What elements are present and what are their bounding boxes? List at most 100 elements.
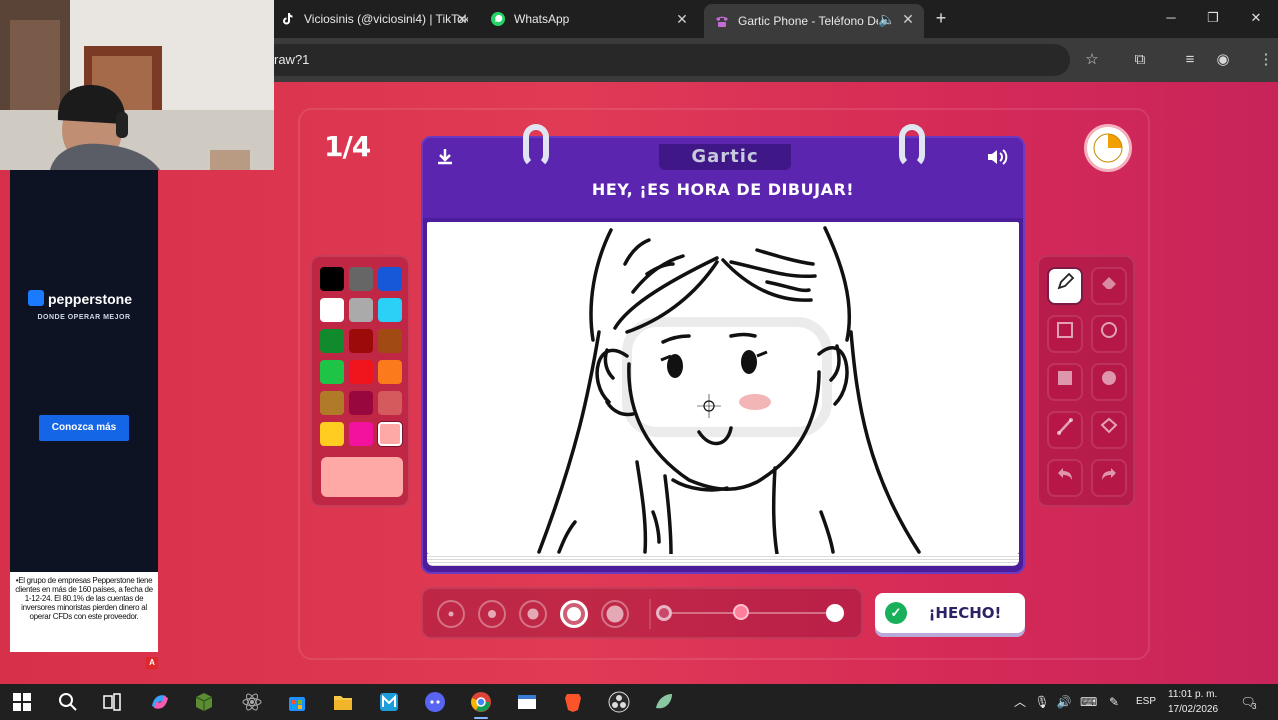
- download-icon[interactable]: [431, 146, 459, 172]
- new-tab-button[interactable]: +: [932, 9, 950, 27]
- extensions-icon[interactable]: ⧉: [1130, 50, 1150, 70]
- task-view-icon[interactable]: [100, 690, 124, 714]
- color-swatch-blue[interactable]: [378, 267, 402, 291]
- ad-cta-button[interactable]: Conozca más: [39, 415, 129, 441]
- circle-outline-icon[interactable]: [1091, 315, 1127, 353]
- board-header: Gartic HEY, ¡ES HORA DE DIBUJAR!: [423, 124, 1023, 218]
- rectangle-outline-icon[interactable]: [1047, 315, 1083, 353]
- screen: Viciosinis (@viciosini4) | TikTok ✕ What…: [0, 0, 1278, 720]
- opacity-low-icon: [656, 605, 672, 621]
- menu-icon[interactable]: ⋮: [1256, 50, 1276, 70]
- color-swatch-yellow[interactable]: [320, 422, 344, 446]
- color-swatch-white[interactable]: [320, 298, 344, 322]
- color-swatch-black[interactable]: [320, 267, 344, 291]
- rectangle-filled-icon[interactable]: [1047, 363, 1083, 401]
- current-color-preview: [321, 457, 403, 497]
- tab-whatsapp[interactable]: WhatsApp ✕: [480, 4, 698, 34]
- timer: [1084, 124, 1132, 172]
- chrome-icon[interactable]: [469, 690, 493, 714]
- volume-icon[interactable]: [983, 146, 1011, 172]
- done-button[interactable]: ✓ ¡HECHO!: [875, 593, 1025, 633]
- done-label: ¡HECHO!: [928, 604, 1002, 622]
- speaker-icon[interactable]: 🔊: [1056, 694, 1072, 710]
- copilot-icon[interactable]: [148, 690, 172, 714]
- pepperstone-logo: pepperstone: [28, 290, 132, 307]
- webcam-overlay: [0, 0, 274, 170]
- circle-filled-icon[interactable]: [1091, 363, 1127, 401]
- close-window-button[interactable]: ✕: [1245, 8, 1267, 28]
- brush-size-4[interactable]: [560, 600, 588, 628]
- brush-size-2[interactable]: [478, 600, 506, 628]
- window-app-icon[interactable]: [515, 690, 539, 714]
- divider: [649, 599, 651, 629]
- tab-tiktok[interactable]: Viciosinis (@viciosini4) | TikTok ✕: [270, 4, 478, 34]
- color-palette: [310, 255, 410, 507]
- close-icon[interactable]: ✕: [900, 11, 916, 27]
- pencil-icon[interactable]: [1047, 267, 1083, 305]
- drawing-board: Gartic HEY, ¡ES HORA DE DIBUJAR!: [421, 124, 1025, 574]
- brush-size-1[interactable]: [437, 600, 465, 628]
- windows-start-icon[interactable]: [10, 690, 34, 714]
- media-icon[interactable]: ≡: [1180, 50, 1200, 70]
- store-icon[interactable]: [285, 690, 309, 714]
- tab-title: Viciosinis (@viciosini4) | TikTok: [304, 12, 468, 26]
- discord-icon[interactable]: [423, 690, 447, 714]
- drawing-canvas[interactable]: [427, 222, 1019, 554]
- whatsapp-icon: [491, 12, 505, 26]
- obs-icon[interactable]: [607, 690, 631, 714]
- color-swatch-red[interactable]: [349, 360, 373, 384]
- app-leaf-icon[interactable]: [652, 690, 676, 714]
- speaker-muted-icon[interactable]: 🔈: [878, 11, 895, 27]
- color-swatch-brown[interactable]: [378, 329, 402, 353]
- tab-title: Gartic Phone - Teléfono De: [738, 14, 878, 28]
- minecraft-icon[interactable]: [192, 690, 216, 714]
- fill-bucket-icon[interactable]: [1091, 411, 1127, 449]
- color-swatch-tan[interactable]: [320, 391, 344, 415]
- webcam-feed: [0, 0, 274, 170]
- close-icon[interactable]: ✕: [674, 11, 690, 27]
- profile-icon[interactable]: ◉: [1213, 50, 1233, 70]
- color-swatch-light-gray[interactable]: [349, 298, 373, 322]
- round-counter: 1/4: [324, 130, 371, 163]
- eraser-icon[interactable]: [1091, 267, 1127, 305]
- tool-panel: [1037, 255, 1135, 507]
- file-explorer-icon[interactable]: [331, 690, 355, 714]
- brave-icon[interactable]: [561, 690, 585, 714]
- close-icon[interactable]: ✕: [454, 11, 470, 27]
- color-swatch-orange[interactable]: [378, 360, 402, 384]
- microphone-icon[interactable]: 🎙: [1034, 694, 1050, 710]
- language-indicator[interactable]: ESP: [1136, 696, 1156, 707]
- opacity-slider-track[interactable]: [664, 612, 836, 614]
- restore-button[interactable]: ❐: [1202, 8, 1224, 28]
- brush-size-5[interactable]: [601, 600, 629, 628]
- color-swatch-magenta[interactable]: [349, 422, 373, 446]
- address-bar[interactable]: raw?1: [262, 44, 1070, 76]
- active-app-indicator: [474, 717, 488, 719]
- app-m-icon[interactable]: [377, 690, 401, 714]
- paper-edge: [427, 554, 1019, 566]
- color-swatch-dark-gray[interactable]: [349, 267, 373, 291]
- search-icon[interactable]: [56, 690, 80, 714]
- tab-gartic[interactable]: Gartic Phone - Teléfono De 🔈 ✕: [704, 4, 924, 38]
- color-swatch-dark-red[interactable]: [349, 329, 373, 353]
- brush-size-3[interactable]: [519, 600, 547, 628]
- network-icon[interactable]: ⌨: [1080, 694, 1097, 710]
- color-swatch-maroon[interactable]: [349, 391, 373, 415]
- color-swatch-light-green[interactable]: [320, 360, 344, 384]
- star-icon[interactable]: ☆: [1082, 50, 1102, 70]
- color-swatch-cyan[interactable]: [378, 298, 402, 322]
- undo-icon[interactable]: [1047, 459, 1083, 497]
- line-icon[interactable]: [1047, 411, 1083, 449]
- clock-date[interactable]: 17/02/2026: [1168, 704, 1218, 715]
- color-swatch-salmon[interactable]: [378, 391, 402, 415]
- chevron-up-icon[interactable]: ︿: [1012, 694, 1028, 710]
- clock-time[interactable]: 11:01 p. m.: [1168, 689, 1217, 700]
- ad-badge[interactable]: A: [146, 657, 158, 669]
- react-icon[interactable]: [240, 690, 264, 714]
- pen-icon[interactable]: ✎: [1106, 694, 1122, 710]
- color-swatch-pink[interactable]: [378, 422, 402, 446]
- minimize-button[interactable]: ─: [1160, 8, 1182, 28]
- redo-icon[interactable]: [1091, 459, 1127, 497]
- advertisement[interactable]: pepperstone DONDE OPERAR MEJOR Conozca m…: [10, 170, 158, 652]
- color-swatch-green[interactable]: [320, 329, 344, 353]
